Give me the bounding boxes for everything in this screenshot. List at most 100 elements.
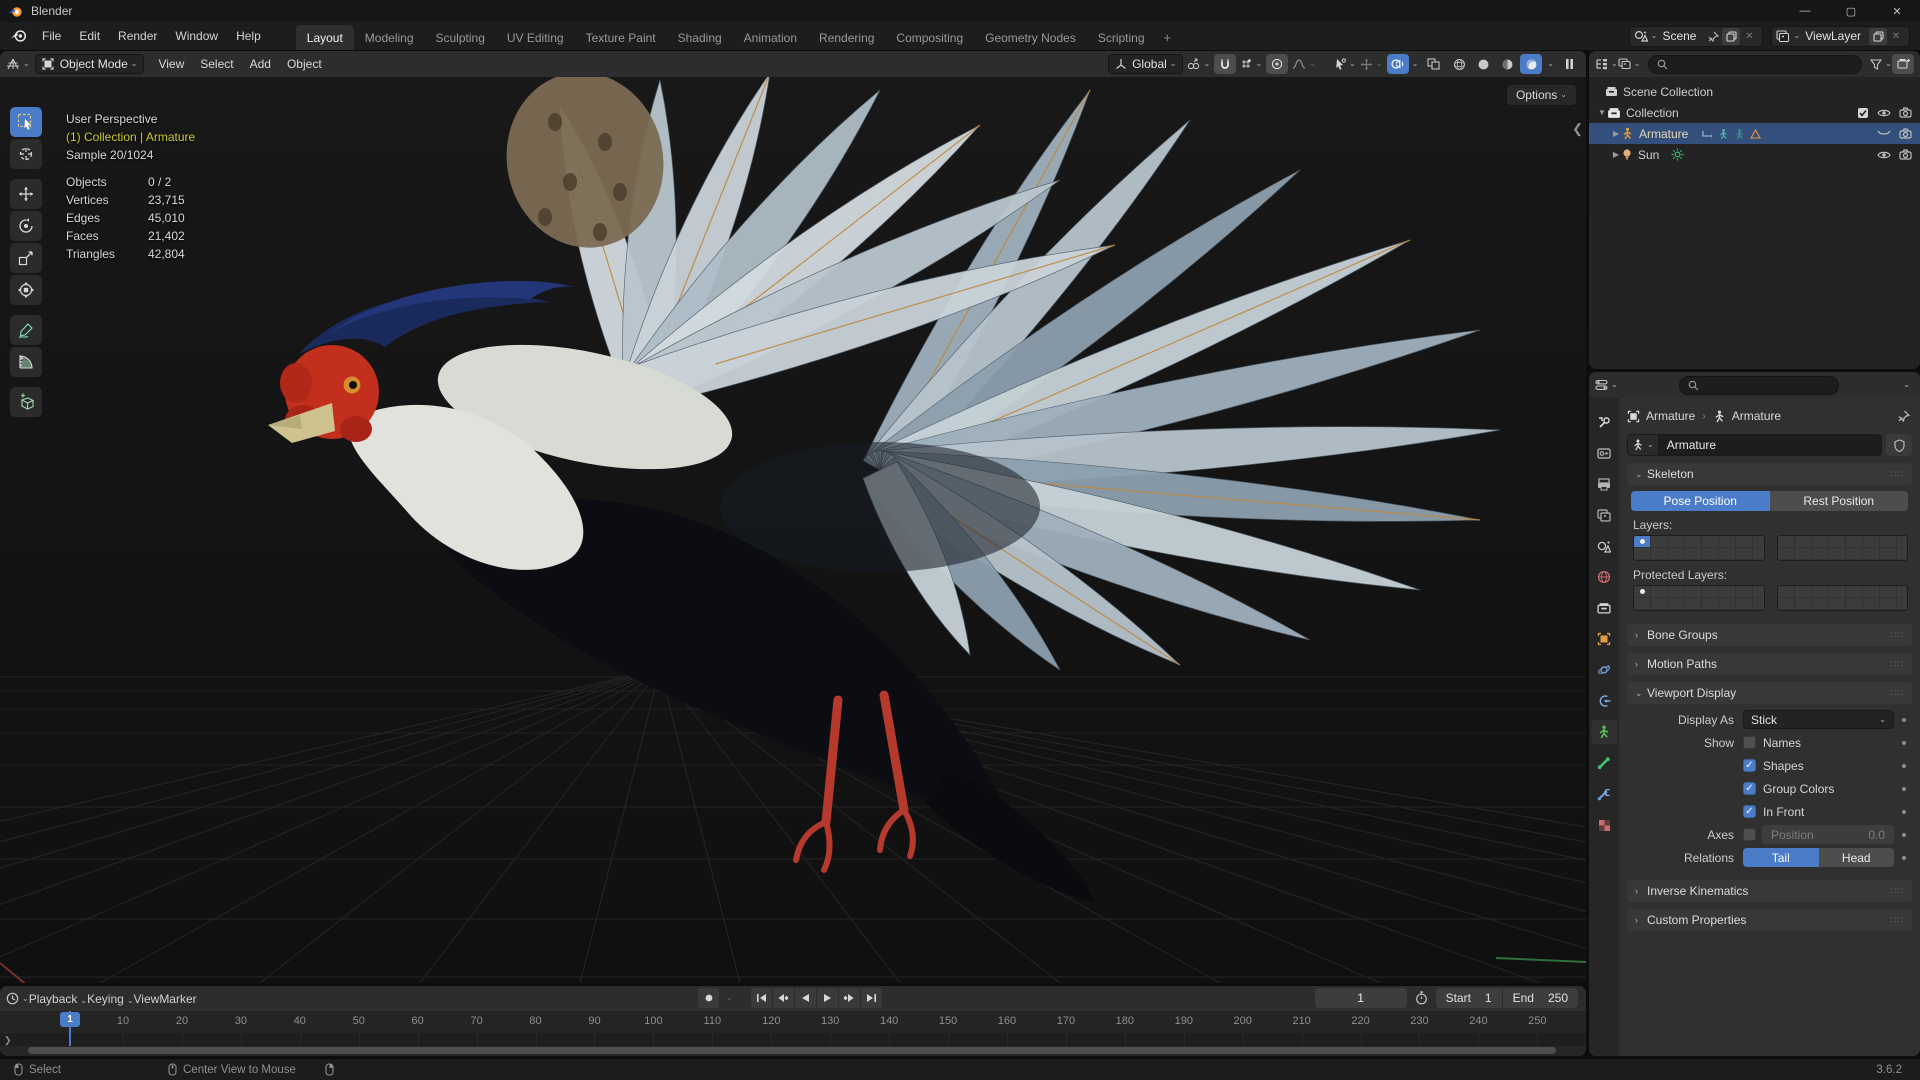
disable-render-camera-icon[interactable] [1899, 149, 1912, 160]
menu-render[interactable]: Render [109, 22, 166, 50]
current-frame-badge[interactable]: 1 [60, 1012, 80, 1027]
tab-physics[interactable] [1591, 658, 1617, 682]
jump-to-end-button[interactable] [860, 988, 882, 1008]
layer-cell[interactable] [1719, 586, 1736, 598]
section-motion-paths[interactable]: › Motion Paths ∷∷ [1627, 653, 1912, 675]
protected-block-2[interactable] [1776, 585, 1908, 611]
options-dropdown[interactable]: Options ⌄ [1506, 85, 1576, 105]
minimize-button[interactable]: — [1782, 0, 1828, 22]
snap-settings-dropdown[interactable]: ⌄ [1240, 54, 1262, 74]
layer-cell[interactable] [1651, 548, 1668, 560]
layer-cell[interactable] [1753, 548, 1764, 560]
outliner-filter-button[interactable]: ⌄ [1870, 54, 1892, 74]
tab-constraints[interactable] [1591, 689, 1617, 713]
outliner-display-mode-button[interactable]: ⌄ [1618, 54, 1640, 74]
layer-cell[interactable] [1777, 598, 1795, 610]
jump-to-start-button[interactable] [750, 988, 772, 1008]
remove-viewlayer-button[interactable]: ✕ [1887, 28, 1905, 45]
timeline-menu-marker[interactable]: Marker [159, 992, 196, 1006]
viewlayer-selector[interactable]: ⌄ ViewLayer ✕ [1771, 25, 1910, 47]
layer-cell[interactable] [1668, 548, 1685, 560]
scene-collection-label[interactable]: Scene Collection [1623, 85, 1713, 99]
new-collection-button[interactable] [1892, 54, 1914, 74]
disable-render-camera-icon[interactable] [1899, 128, 1912, 139]
tab-output[interactable] [1591, 472, 1617, 496]
mode-dropdown[interactable]: Object Mode ⌄ [34, 54, 145, 74]
timeline-scrollbar[interactable] [28, 1047, 1556, 1054]
layer-cell[interactable] [1702, 536, 1719, 548]
timeline-menu-view[interactable]: View [134, 992, 160, 1006]
viewport-canvas[interactable]: User Perspective (1) Collection | Armatu… [0, 77, 1586, 983]
section-skeleton[interactable]: ⌄ Skeleton ∷∷ [1627, 463, 1912, 485]
layer-cell[interactable] [1828, 586, 1846, 598]
tool-annotate[interactable] [10, 315, 42, 345]
outliner-row-scene-collection[interactable]: Scene Collection [1589, 81, 1920, 102]
layer-cell[interactable] [1634, 536, 1651, 548]
workspace-tab-geometry-nodes[interactable]: Geometry Nodes [974, 25, 1087, 50]
checkbox-in-front[interactable]: ✓ [1743, 805, 1756, 818]
pin-icon[interactable] [1704, 28, 1722, 45]
layer-cell[interactable] [1862, 586, 1880, 598]
layer-cell[interactable] [1668, 536, 1685, 548]
layer-cell[interactable] [1862, 548, 1880, 560]
section-bone-groups[interactable]: › Bone Groups ∷∷ [1627, 624, 1912, 646]
animate-dot[interactable] [1902, 809, 1906, 814]
tab-object-data-armature[interactable] [1591, 720, 1617, 744]
snap-toggle[interactable] [1214, 54, 1237, 74]
section-custom-properties[interactable]: › Custom Properties ∷∷ [1627, 909, 1912, 931]
shading-wireframe-button[interactable] [1448, 54, 1470, 74]
layer-cell[interactable] [1634, 598, 1651, 610]
tab-bone[interactable] [1591, 751, 1617, 775]
layer-cell[interactable] [1879, 548, 1897, 560]
frame-start-field[interactable]: Start 1 [1435, 988, 1502, 1008]
workspace-tab-shading[interactable]: Shading [667, 25, 733, 50]
rest-position-button[interactable]: Rest Position [1769, 491, 1908, 511]
auto-keying-record-button[interactable] [698, 988, 719, 1008]
new-viewlayer-button[interactable] [1869, 27, 1887, 45]
layer-cell[interactable] [1651, 598, 1668, 610]
menu-window[interactable]: Window [166, 22, 227, 50]
collection-label[interactable]: Collection [1626, 106, 1679, 120]
workspace-tab-sculpting[interactable]: Sculpting [425, 25, 496, 50]
layer-cell[interactable] [1845, 548, 1863, 560]
shading-material-button[interactable] [1496, 54, 1518, 74]
add-workspace-button[interactable]: + [1156, 25, 1180, 50]
datablock-name-input[interactable]: Armature [1658, 434, 1882, 456]
layer-cell[interactable] [1753, 598, 1764, 610]
layer-cell[interactable] [1719, 536, 1736, 548]
layer-cell[interactable] [1702, 598, 1719, 610]
viewport-menu-view[interactable]: View [150, 51, 192, 77]
layer-cell[interactable] [1702, 586, 1719, 598]
viewport-menu-add[interactable]: Add [242, 51, 279, 77]
play-button[interactable] [816, 988, 838, 1008]
breadcrumb-data-name[interactable]: Armature [1732, 409, 1781, 423]
tab-collection[interactable] [1591, 596, 1617, 620]
properties-search-input[interactable] [1679, 375, 1839, 395]
channel-expand-arrow[interactable]: ❯ [4, 1035, 12, 1046]
checkbox-shapes[interactable]: ✓ [1743, 759, 1756, 772]
layer-cell[interactable] [1719, 598, 1736, 610]
checkbox-group-colors[interactable]: ✓ [1743, 782, 1756, 795]
layer-cell[interactable] [1634, 586, 1651, 598]
tool-select-box[interactable] [10, 107, 42, 137]
layer-cell[interactable] [1896, 586, 1908, 598]
tab-object[interactable] [1591, 627, 1617, 651]
layer-cell[interactable] [1685, 548, 1702, 560]
layer-cell[interactable] [1685, 598, 1702, 610]
shading-rendered-button[interactable] [1520, 54, 1543, 74]
axes-position-slider[interactable]: Position 0.0 [1762, 825, 1894, 844]
menu-help[interactable]: Help [227, 22, 270, 50]
sun-label[interactable]: Sun [1638, 148, 1659, 162]
viewlayer-name[interactable]: ViewLayer [1800, 29, 1869, 43]
timeline-editor-type-button[interactable]: ⌄ [6, 989, 29, 1009]
layer-cell[interactable] [1668, 598, 1685, 610]
breadcrumb-object-name[interactable]: Armature [1646, 409, 1695, 423]
layer-cell[interactable] [1794, 536, 1812, 548]
layer-cell[interactable] [1736, 598, 1753, 610]
animate-dot[interactable] [1902, 740, 1906, 745]
fake-user-shield-button[interactable] [1886, 434, 1912, 456]
checkbox-names[interactable] [1743, 736, 1756, 749]
hide-eye-icon[interactable] [1877, 108, 1891, 118]
layer-cell[interactable] [1811, 586, 1829, 598]
layer-cell[interactable] [1702, 548, 1719, 560]
